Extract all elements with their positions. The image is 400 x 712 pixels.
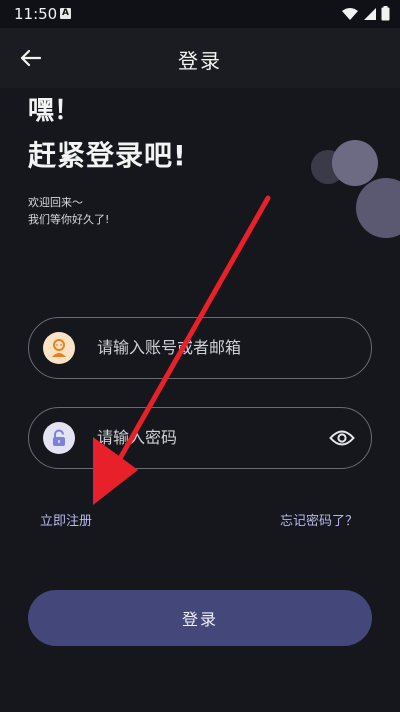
forgot-password-link[interactable]: 忘记密码了？ (280, 510, 358, 529)
status-icons (341, 6, 390, 21)
login-button-label: 登录 (181, 612, 218, 629)
page-title: 登录 (178, 49, 222, 73)
lock-icon (43, 422, 75, 454)
notification-icon: A (60, 8, 71, 19)
register-link[interactable]: 立即注册 (40, 510, 92, 529)
password-field[interactable] (28, 407, 372, 469)
greeting-heading: 嘿！ (28, 96, 81, 126)
password-input[interactable] (97, 408, 327, 467)
account-field[interactable] (28, 317, 372, 379)
login-button[interactable]: 登录 (28, 590, 372, 646)
toggle-password-visibility[interactable] (327, 424, 357, 452)
bottom-bar (0, 700, 400, 712)
signal-icon (364, 7, 376, 20)
login-screen: 11:50 A 登录 嘿！ 赶紧登录吧! 欢迎回来～ 我们等你好久了! 请输入账… (0, 0, 400, 712)
battery-icon (381, 6, 390, 21)
decor-bubble (356, 178, 400, 238)
decor-bubble (332, 140, 378, 186)
user-avatar-icon (43, 332, 75, 364)
app-header: 登录 (0, 28, 400, 88)
status-bar: 11:50 A (0, 0, 400, 28)
eye-icon (329, 430, 355, 446)
status-time: 11:50 (14, 5, 58, 23)
wifi-icon (342, 7, 358, 20)
account-input[interactable] (97, 318, 327, 377)
greeting-subheading: 赶紧登录吧! (28, 139, 187, 172)
waiting-text: 我们等你好久了! (28, 213, 110, 226)
welcome-text: 欢迎回来～ (28, 196, 83, 209)
